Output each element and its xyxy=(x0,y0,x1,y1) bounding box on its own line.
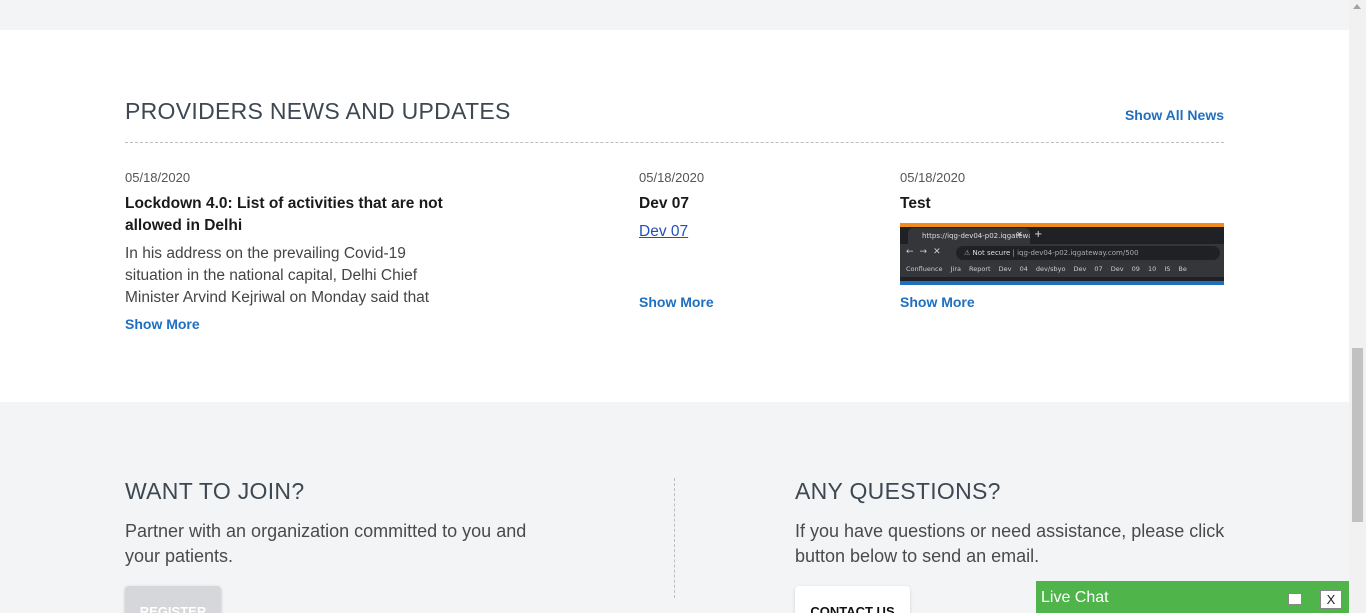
news-date: 05/18/2020 xyxy=(639,170,705,185)
thumbnail-secure-label: Not secure xyxy=(972,249,1011,257)
questions-text: If you have questions or need assistance… xyxy=(795,521,1225,566)
top-strip xyxy=(0,0,1349,30)
live-chat-widget[interactable]: Live Chat X xyxy=(1036,581,1349,613)
news-card-1: 05/18/2020 Lockdown 4.0: List of activit… xyxy=(125,170,455,309)
thumbnail-plus-icon: + xyxy=(1034,229,1043,240)
news-thumbnail-browser-screenshot[interactable]: https://iqg-dev04-p02.iqgatewa ✕ + ←→✕ ⚠… xyxy=(900,223,1224,285)
thumbnail-bookmarks-bar: Confluence Jira Report Dev 04 dev/sbyo D… xyxy=(900,262,1224,277)
thumbnail-addressbar: ←→✕ ⚠ Not secure | iqg-dev04-p02.iqgatew… xyxy=(900,244,1224,262)
page-scrollbar[interactable] xyxy=(1349,0,1366,613)
thumbnail-tab: https://iqg-dev04-p02.iqgatewa xyxy=(908,228,1030,244)
news-date: 05/18/2020 xyxy=(125,170,191,185)
thumbnail-warning-icon: ⚠ xyxy=(964,249,971,257)
news-headline: Test xyxy=(900,195,931,212)
register-button[interactable]: REGISTER xyxy=(125,586,221,613)
join-title: WANT TO JOIN? xyxy=(125,478,305,504)
questions-title: ANY QUESTIONS? xyxy=(795,478,1001,504)
scroll-up-arrow-icon[interactable] xyxy=(1353,4,1361,9)
thumbnail-close-icon: ✕ xyxy=(1016,230,1023,239)
news-date: 05/18/2020 xyxy=(900,170,966,185)
show-more-link-3[interactable]: Show More xyxy=(900,294,975,310)
news-excerpt: In his address on the prevailing Covid-1… xyxy=(125,245,430,306)
thumbnail-url-text: iqg-dev04-p02.iqgateway.com/500 xyxy=(1017,249,1139,257)
thumbnail-nav-icons: ←→✕ xyxy=(906,247,947,257)
thumbnail-url: ⚠ Not secure | iqg-dev04-p02.iqgateway.c… xyxy=(956,246,1220,260)
chat-close-button[interactable]: X xyxy=(1320,590,1342,609)
column-divider xyxy=(674,478,675,598)
thumbnail-tabbar: https://iqg-dev04-p02.iqgatewa ✕ + xyxy=(900,227,1224,244)
show-more-link-1[interactable]: Show More xyxy=(125,316,200,332)
news-card-2: 05/18/2020 Dev 07 Dev 07 xyxy=(639,170,869,241)
scrollbar-thumb[interactable] xyxy=(1352,348,1363,522)
chat-minimize-button[interactable] xyxy=(1288,593,1302,605)
news-body-link[interactable]: Dev 07 xyxy=(639,223,869,241)
live-chat-title[interactable]: Live Chat xyxy=(1041,589,1109,607)
news-divider xyxy=(125,142,1224,143)
news-card-3: 05/18/2020 Test https://iqg-dev04-p02.iq… xyxy=(900,170,1224,285)
join-text: Partner with an organization committed t… xyxy=(125,521,527,566)
news-section-title: PROVIDERS NEWS AND UPDATES xyxy=(125,98,511,124)
show-all-news-link[interactable]: Show All News xyxy=(1125,107,1224,123)
thumbnail-tab-label: https://iqg-dev04-p02.iqgatewa xyxy=(922,232,1030,240)
news-headline: Lockdown 4.0: List of activities that ar… xyxy=(125,195,443,234)
show-more-link-2[interactable]: Show More xyxy=(639,294,714,310)
contact-us-button[interactable]: CONTACT US xyxy=(795,586,910,613)
news-headline: Dev 07 xyxy=(639,195,689,212)
